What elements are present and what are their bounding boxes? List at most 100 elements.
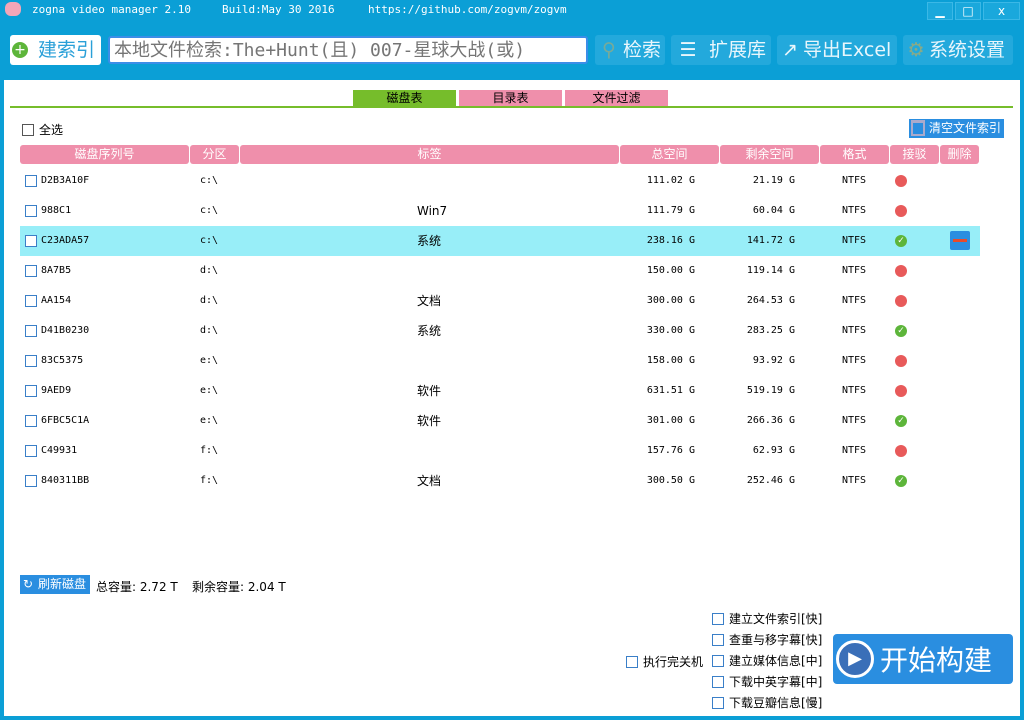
row-checkbox[interactable] [25,235,37,247]
disconnected-dot-icon [895,265,907,277]
row-checkbox[interactable] [25,475,37,487]
serial: 988C1 [41,205,72,216]
format: NTFS [842,175,867,186]
column-header[interactable]: 格式 [820,145,889,164]
serial: 8A7B5 [41,265,72,276]
repo-url: https://github.com/zogvm/zogvm [368,3,567,16]
app-logo-icon [5,2,21,16]
partition: e:\ [200,385,219,396]
tab-directories[interactable]: 目录表 [459,90,562,106]
total-space: 111.79 G [646,205,695,216]
serial: 840311BB [41,475,90,486]
refresh-disks-button[interactable]: ↻ 刷新磁盘 [20,575,90,594]
serial: D41B0230 [41,325,90,336]
column-header[interactable]: 标签 [240,145,619,164]
export-excel-button[interactable]: ↗ 导出Excel [777,35,897,65]
shutdown-after-checkbox[interactable]: 执行完关机 [626,653,703,670]
gear-icon: ⚙ [907,39,925,61]
row-checkbox[interactable] [25,295,37,307]
total-space: 330.00 G [646,325,695,336]
maximize-button[interactable]: □ [955,2,981,20]
row-checkbox[interactable] [25,205,37,217]
free-space: 93.92 G [752,355,795,366]
partition: c:\ [200,175,219,186]
build-option-checkbox[interactable]: 下载豆瓣信息[慢] [712,694,822,711]
row-checkbox[interactable] [25,385,37,397]
share-icon: ↗ [782,39,798,61]
total-space: 150.00 G [646,265,695,276]
tab-file-filter[interactable]: 文件过滤 [565,90,668,106]
select-all-checkbox[interactable]: 全选 [22,121,63,138]
format: NTFS [842,235,867,246]
table-row[interactable]: 9AED9 e:\ 软件 631.51 G 519.19 G NTFS [20,376,980,406]
disconnected-dot-icon [895,355,907,367]
table-row[interactable]: 8A7B5 d:\ 150.00 G 119.14 G NTFS [20,256,980,286]
search-input[interactable] [108,36,588,64]
free-space: 21.19 G [752,175,795,186]
partition: c:\ [200,235,219,246]
app-title: zogna video manager 2.10 [32,3,191,16]
label: 文档 [417,474,442,488]
partition: f:\ [200,445,219,456]
clear-index-button[interactable]: 清空文件索引 [909,119,1004,138]
build-option-checkbox[interactable]: 建立文件索引[快] [712,610,822,627]
table-row[interactable]: D41B0230 d:\ 系统 330.00 G 283.25 G NTFS ✓ [20,316,980,346]
trash-icon [911,120,925,136]
disconnected-dot-icon [895,385,907,397]
row-checkbox[interactable] [25,175,37,187]
partition: d:\ [200,265,219,276]
search-icon: ⚲ [602,39,616,61]
partition: e:\ [200,415,219,426]
format: NTFS [842,265,867,276]
build-option-checkbox[interactable]: 下载中英字幕[中] [712,673,822,690]
total-capacity: 总容量: 2.72 T [96,580,178,594]
column-header[interactable]: 接驳 [890,145,939,164]
partition: e:\ [200,355,219,366]
row-checkbox[interactable] [25,325,37,337]
refresh-icon: ↻ [23,577,34,591]
label: 系统 [417,324,442,338]
format: NTFS [842,415,867,426]
serial: D2B3A10F [41,175,90,186]
tab-disks[interactable]: 磁盘表 [353,90,456,106]
disconnected-dot-icon [895,205,907,217]
column-header[interactable]: 分区 [190,145,239,164]
table-row[interactable]: 988C1 c:\ Win7 111.79 G 60.04 G NTFS [20,196,980,226]
table-row[interactable]: 83C5375 e:\ 158.00 G 93.92 G NTFS [20,346,980,376]
table-row[interactable]: C23ADA57 c:\ 系统 238.16 G 141.72 G NTFS ✓ [20,226,980,256]
table-row[interactable]: D2B3A10F c:\ 111.02 G 21.19 G NTFS [20,166,980,196]
row-checkbox[interactable] [25,355,37,367]
format: NTFS [842,355,867,366]
partition: d:\ [200,295,219,306]
start-build-button[interactable]: ▶ 开始构建 [833,634,1013,684]
row-checkbox[interactable] [25,415,37,427]
row-checkbox[interactable] [25,265,37,277]
column-header[interactable]: 磁盘序列号 [20,145,189,164]
table-row[interactable]: AA154 d:\ 文档 300.00 G 264.53 G NTFS [20,286,980,316]
minimize-button[interactable]: ▁ [927,2,953,20]
build-option-checkbox[interactable]: 建立媒体信息[中] [712,652,822,669]
close-button[interactable]: x [983,2,1020,20]
free-space: 62.93 G [752,445,795,456]
table-row[interactable]: 6FBC5C1A e:\ 软件 301.00 G 266.36 G NTFS ✓ [20,406,980,436]
delete-row-icon[interactable] [950,231,970,250]
label: 软件 [417,414,442,428]
column-header[interactable]: 删除 [940,145,979,164]
column-header[interactable]: 总空间 [620,145,719,164]
settings-button[interactable]: ⚙ 系统设置 [903,35,1013,65]
format: NTFS [842,295,867,306]
table-row[interactable]: 840311BB f:\ 文档 300.50 G 252.46 G NTFS ✓ [20,466,980,496]
plus-icon: + [12,42,28,58]
column-header[interactable]: 剩余空间 [720,145,819,164]
build-option-checkbox[interactable]: 查重与移字幕[快] [712,631,822,648]
extensions-button[interactable]: ☰ 扩展库 [671,35,771,65]
table-row[interactable]: C49931 f:\ 157.76 G 62.93 G NTFS [20,436,980,466]
label: Win7 [417,204,448,218]
free-space: 264.53 G [746,295,795,306]
search-button[interactable]: ⚲ 检索 [595,35,665,65]
disconnected-dot-icon [895,295,907,307]
serial: 9AED9 [41,385,72,396]
build-index-button[interactable]: + 建索引 [10,35,101,65]
row-checkbox[interactable] [25,445,37,457]
total-space: 301.00 G [646,415,695,426]
